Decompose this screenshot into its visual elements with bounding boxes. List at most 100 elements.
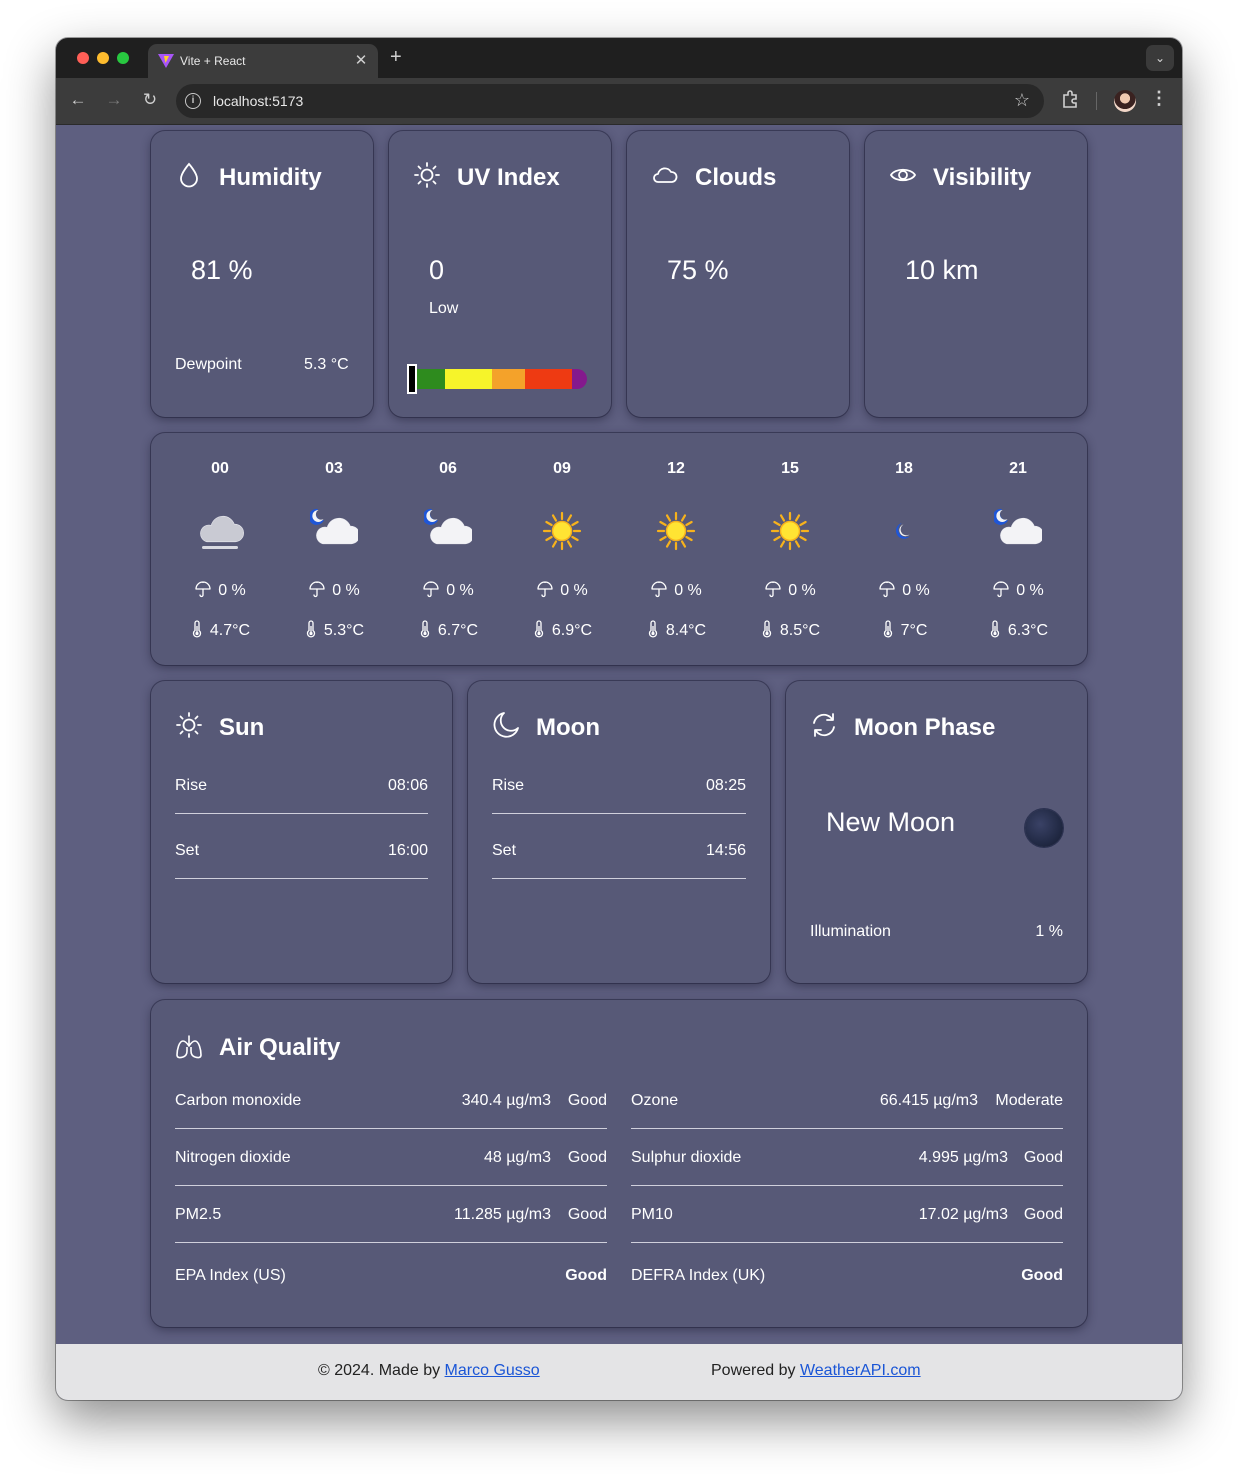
umbrella-icon — [993, 581, 1009, 598]
sun-icon — [414, 162, 440, 188]
tab-search-button[interactable]: ⌄ — [1146, 45, 1174, 71]
tab-vite-react[interactable]: Vite + React ✕ — [148, 44, 378, 78]
temperature-value: 6.7°C — [437, 622, 479, 639]
forward-button[interactable]: → — [103, 90, 125, 110]
humidity-card: Humidity 81 % Dewpoint 5.3 °C — [151, 131, 373, 417]
tab-close-icon[interactable]: ✕ — [352, 51, 370, 69]
sun-icon — [542, 511, 582, 551]
rain-chance: 0 % — [505, 580, 619, 600]
pollutant-value: 48 µg/m3 — [483, 1149, 551, 1166]
rain-chance-value: 0 % — [332, 582, 360, 599]
rain-chance: 0 % — [163, 580, 277, 600]
droplet-icon — [180, 162, 198, 188]
uv-index-card: UV Index 0 Low — [389, 131, 611, 417]
address-bar[interactable]: i localhost:5173 ☆ — [176, 84, 1044, 118]
rain-chance-value: 0 % — [446, 582, 474, 599]
moon-phase-title: Moon Phase — [854, 714, 996, 741]
browser-menu-icon[interactable]: ⋮ — [1150, 88, 1168, 109]
pollutant-status: Good — [1023, 1206, 1063, 1223]
sunset-time: 16:00 — [387, 842, 428, 859]
tab-strip: Vite + React ✕ + ⌄ — [56, 38, 1182, 78]
moonrise-time: 08:25 — [705, 777, 746, 794]
author-link[interactable]: Marco Gusso — [445, 1362, 540, 1379]
umbrella-icon — [879, 581, 895, 598]
moon-cloud-icon — [310, 508, 358, 545]
uv-scale-red — [525, 369, 572, 389]
thermometer-icon — [306, 620, 316, 638]
air-quality-card: Air Quality Carbon monoxide 340.4 µg/m3 … — [151, 1000, 1087, 1327]
pollutant-value: 11.285 µg/m3 — [454, 1206, 551, 1223]
defra-index-label: DEFRA Index (UK) — [631, 1267, 766, 1284]
rain-chance: 0 % — [391, 580, 505, 600]
thermometer-icon — [990, 620, 1000, 638]
pollutant-name: Sulphur dioxide — [631, 1149, 742, 1166]
uv-level-marker — [407, 364, 417, 394]
hour-forecast-item: 03 0 % 5.3°C — [277, 433, 391, 665]
weatherapi-link[interactable]: WeatherAPI.com — [800, 1362, 921, 1379]
vite-logo-icon — [158, 54, 174, 68]
umbrella-icon — [651, 581, 667, 598]
hour-temperature: 5.3°C — [277, 620, 391, 640]
divider — [492, 813, 746, 814]
footer-powered: Powered by WeatherAPI.com — [711, 1362, 921, 1380]
rain-chance-value: 0 % — [1016, 582, 1044, 599]
clouds-title: Clouds — [695, 164, 777, 191]
profile-avatar[interactable] — [1114, 90, 1136, 112]
cloud-icon — [653, 167, 678, 183]
hour-label: 15 — [781, 460, 799, 477]
hour-label: 00 — [211, 460, 229, 477]
moon-title: Moon — [536, 714, 600, 741]
close-window-button[interactable] — [77, 52, 89, 64]
sunset-label: Set — [175, 842, 200, 859]
hour-label: 18 — [895, 460, 913, 477]
pollutant-value: 4.995 µg/m3 — [918, 1149, 1008, 1166]
hour-label: 06 — [439, 460, 457, 477]
back-button[interactable]: ← — [67, 90, 89, 110]
page-footer: © 2024. Made by Marco Gusso Powered by W… — [56, 1344, 1182, 1400]
toolbar-divider — [1096, 92, 1097, 110]
zoom-window-button[interactable] — [117, 52, 129, 64]
hour-temperature: 4.7°C — [163, 620, 277, 640]
hour-label: 21 — [1009, 460, 1027, 477]
thermometer-icon — [192, 620, 202, 638]
pollutant-status: Moderate — [995, 1092, 1063, 1109]
rain-chance-value: 0 % — [560, 582, 588, 599]
divider — [175, 1242, 607, 1243]
new-tab-button[interactable]: + — [390, 46, 402, 69]
footer-credits: © 2024. Made by Marco Gusso — [318, 1362, 540, 1380]
bookmark-star-icon[interactable]: ☆ — [1014, 90, 1030, 111]
thermometer-icon — [534, 620, 544, 638]
umbrella-icon — [423, 581, 439, 598]
site-info-icon[interactable]: i — [185, 93, 201, 109]
reload-button[interactable]: ↻ — [139, 90, 161, 110]
moon-icon — [895, 523, 910, 539]
tab-title: Vite + React — [180, 54, 246, 68]
hour-label: 03 — [325, 460, 343, 477]
extensions-icon[interactable] — [1060, 89, 1080, 109]
lungs-icon — [176, 1035, 202, 1059]
pollutant-name: PM10 — [631, 1206, 673, 1223]
url-text[interactable]: localhost:5173 — [213, 93, 303, 109]
hour-forecast-item: 06 0 % 6.7°C — [391, 433, 505, 665]
minimize-window-button[interactable] — [97, 52, 109, 64]
thermometer-icon — [883, 620, 892, 638]
umbrella-icon — [309, 581, 325, 598]
sun-title: Sun — [219, 714, 265, 741]
uv-title: UV Index — [457, 164, 560, 191]
hour-temperature: 7°C — [847, 620, 961, 640]
rain-chance-value: 0 % — [788, 582, 816, 599]
pollutant-status: Good — [567, 1206, 607, 1223]
hour-label: 12 — [667, 460, 685, 477]
moonset-label: Set — [492, 842, 517, 859]
hour-forecast-item: 15 0 % 8.5°C — [733, 433, 847, 665]
visibility-title: Visibility — [933, 164, 1032, 191]
hour-forecast-item: 18 0 % 7°C — [847, 433, 961, 665]
crescent-icon — [493, 712, 519, 738]
uv-scale-yellow — [445, 369, 492, 389]
umbrella-icon — [195, 581, 211, 598]
hour-temperature: 8.5°C — [733, 620, 847, 640]
moon-phase-image — [1025, 809, 1063, 847]
hour-temperature: 8.4°C — [619, 620, 733, 640]
temperature-value: 4.7°C — [209, 622, 251, 639]
pollutant-name: Ozone — [631, 1092, 679, 1109]
